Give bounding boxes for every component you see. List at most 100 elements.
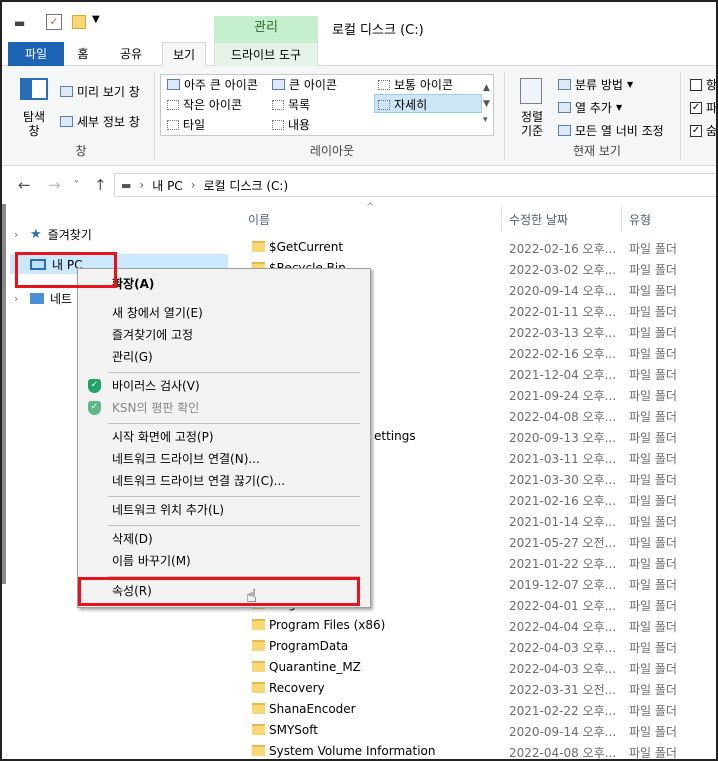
sort-icon[interactable] [520,78,542,104]
chevron-right-icon[interactable]: › [14,292,24,305]
breadcrumb-local-disk[interactable]: 로컬 디스크 (C:) [204,177,289,194]
preview-pane-button[interactable]: 미리 보기 창 [60,83,140,100]
table-row[interactable]: SMYSoft 2020-09-14 오후... 파일 폴더 [228,720,716,741]
customize-quick-access-icon[interactable]: ▼ [92,14,100,25]
column-divider[interactable] [621,206,622,232]
table-row[interactable]: Recovery 2022-03-31 오전... 파일 폴더 [228,678,716,699]
table-row[interactable]: Program Files (x86) 2022-04-04 오후... 파일 폴더 [228,615,716,636]
layout-content[interactable]: 내용 [272,116,310,133]
file-type: 파일 폴더 [629,725,677,739]
folder-icon [252,661,265,672]
layout-small-icons[interactable]: 작은 아이콘 [167,96,242,113]
table-row[interactable]: Quarantine_MZ 2022-04-03 오후... 파일 폴더 [228,657,716,678]
table-row[interactable]: ShanaEncoder 2021-02-22 오후... 파일 폴더 [228,699,716,720]
size-columns-icon [558,125,571,136]
file-type: 파일 폴더 [629,263,677,277]
menu-item-rename[interactable]: 이름 바꾸기(M) [78,550,370,572]
gallery-scroll-icon[interactable]: ▲ ▼ ▾ [483,80,490,128]
tab-share[interactable]: 공유 [110,42,152,66]
menu-item-delete[interactable]: 삭제(D) [78,528,370,550]
table-row[interactable]: ProgramData 2022-04-03 오후... 파일 폴더 [228,636,716,657]
layout-tiles[interactable]: 타일 [167,116,205,133]
add-columns-button[interactable]: 열 추가 ▼ [558,99,622,116]
highlight-properties [78,577,360,606]
menu-item-disconnect-network-drive[interactable]: 네트워크 드라이브 연결 끊기(C)... [78,470,370,492]
ribbon-tabs: 파일 홈 공유 보기 드라이브 도구 [2,42,716,67]
window-title: 로컬 디스크 (C:) [332,23,424,38]
navigation-pane-button[interactable]: 탐색 창 [16,110,52,138]
file-type: 파일 폴더 [629,515,677,529]
shield-check-icon: ✓ [88,401,101,415]
layout-list[interactable]: 목록 [272,96,310,113]
chevron-right-icon: › [190,178,196,192]
checkbox-checked[interactable]: ✓ [690,124,702,137]
details-pane-button[interactable]: 세부 정보 창 [60,113,140,130]
tab-view[interactable]: 보기 [162,42,206,67]
column-name[interactable]: 이름 [248,211,270,228]
menu-item-add-network-location[interactable]: 네트워크 위치 추가(L) [78,499,370,521]
chevron-right-icon[interactable]: › [14,228,24,241]
separator [680,72,681,160]
extensions-checkbox-option[interactable]: ✓ 파 [690,99,716,116]
menu-item-map-network-drive[interactable]: 네트워크 드라이브 연결(N)... [78,448,370,470]
group-by-button[interactable]: 분류 방법 ▼ [558,76,633,93]
item-checkbox-option[interactable]: 항 [690,76,716,93]
column-date[interactable]: 수정한 날짜 [509,211,568,228]
properties-quick-icon[interactable]: ✓ [46,14,62,30]
menu-item-ksn-reputation[interactable]: ✓ KSN의 평판 확인 [78,397,370,419]
file-type: 파일 폴더 [629,347,677,361]
new-folder-quick-icon[interactable] [72,15,86,29]
size-all-columns-button[interactable]: 모든 열 너비 조정 [558,122,664,139]
file-type: 파일 폴더 [629,284,677,298]
folder-icon [252,745,265,756]
checkbox-unchecked[interactable] [690,78,702,91]
dropdown-icon: ▼ [626,80,634,89]
menu-separator [108,525,360,526]
breadcrumb-this-pc[interactable]: 내 PC [152,177,182,194]
layout-large-icons[interactable]: 큰 아이콘 [272,76,337,93]
layout-medium-icons[interactable]: 보통 아이콘 [378,76,453,93]
layout-extra-large-icons[interactable]: 아주 큰 아이콘 [167,76,258,93]
hand-cursor-icon: ☝ [246,586,257,607]
group-by-icon [558,79,571,90]
layout-details[interactable]: 자세히 [378,96,427,113]
file-date: 2022-04-08 오후... [509,746,617,760]
navigation-pane-icon[interactable] [20,78,48,100]
file-name: $GetCurrent [269,240,344,254]
file-type: 파일 폴더 [629,620,677,634]
menu-item-pin-quick-access[interactable]: 즐겨찾기에 고정 [78,324,370,346]
file-date: 2021-01-14 오후... [509,515,617,529]
nav-item-favorites[interactable]: › ★ 즐겨찾기 [14,224,92,244]
file-name: Recovery [269,681,325,695]
menu-item-expand[interactable]: 확장(A) [78,273,370,295]
menu-separator [108,423,360,424]
tab-drive-tools[interactable]: 드라이브 도구 [214,42,318,66]
column-header: ^ 이름 수정한 날짜 유형 [228,202,716,234]
hidden-items-checkbox-option[interactable]: ✓ 숨 [690,122,716,139]
tab-home[interactable]: 홈 [68,42,98,66]
up-icon[interactable]: ↑ [94,176,107,194]
address-bar[interactable]: ▬ › 내 PC › 로컬 디스크 (C:) [114,173,716,197]
file-date: 2022-02-16 오후... [509,347,617,361]
menu-item-open-new-window[interactable]: 새 창에서 열기(E) [78,302,370,324]
file-type: 파일 폴더 [629,557,677,571]
table-row[interactable]: System Volume Information 2022-04-08 오후..… [228,741,716,760]
back-icon[interactable]: ← [18,176,31,194]
file-date: 2021-02-16 오후... [509,494,617,508]
checkbox-checked[interactable]: ✓ [690,101,702,114]
menu-item-pin-start[interactable]: 시작 화면에 고정(P) [78,426,370,448]
column-type[interactable]: 유형 [629,211,651,228]
system-menu-icon[interactable]: ▬ [14,16,25,30]
nav-item-network[interactable]: › 네트 [14,288,72,308]
menu-item-virus-scan[interactable]: ✓ 바이러스 검사(V) [78,375,370,397]
group-label-layout: 레이아웃 [309,144,355,158]
sort-by-button[interactable]: 정렬 기준 [512,110,552,138]
file-type: 파일 폴더 [629,641,677,655]
tab-file[interactable]: 파일 [8,42,64,66]
forward-icon[interactable]: → [48,176,61,194]
column-divider[interactable] [501,206,502,232]
file-type: 파일 폴더 [629,599,677,613]
recent-locations-icon[interactable]: ˅ [74,180,79,191]
menu-item-manage[interactable]: 관리(G) [78,346,370,368]
table-row[interactable]: $GetCurrent 2022-02-16 오후... 파일 폴더 [228,237,716,258]
